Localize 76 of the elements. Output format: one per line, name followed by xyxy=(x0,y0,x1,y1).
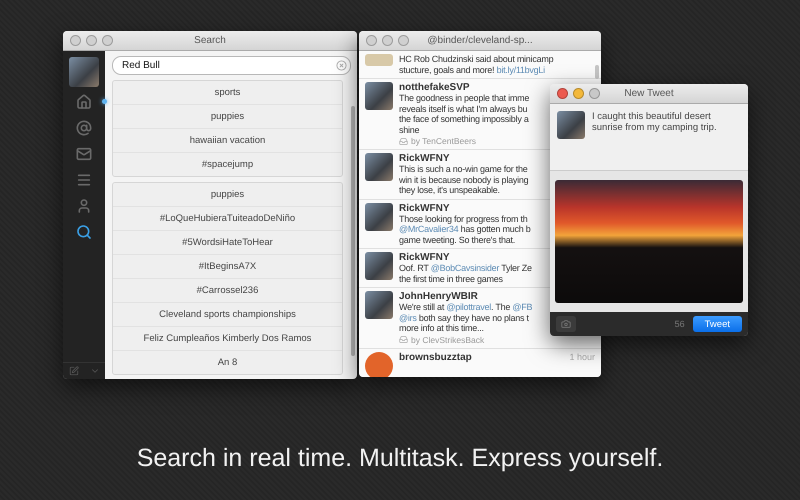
minimize-button[interactable] xyxy=(382,35,393,46)
tweet-text: the face of something impossibly a xyxy=(399,114,529,124)
zoom-button[interactable] xyxy=(398,35,409,46)
search-suggestion[interactable]: Feliz Cumpleaños Kimberly Dos Ramos xyxy=(113,326,342,350)
zoom-button[interactable] xyxy=(102,35,113,46)
tweet-author[interactable]: RickWFNY xyxy=(399,252,450,263)
list-icon[interactable] xyxy=(76,172,92,188)
tweet-author[interactable]: RickWFNY xyxy=(399,153,450,164)
retweet-credit: by TenCentBeers xyxy=(411,136,476,146)
home-icon[interactable] xyxy=(76,94,92,110)
tweet-text: Oof. RT @BobCavsinsider Tyler Ze xyxy=(399,263,532,274)
tweet-author[interactable]: JohnHenryWBIR xyxy=(399,291,478,302)
clear-icon[interactable] xyxy=(336,60,347,71)
close-button[interactable] xyxy=(366,35,377,46)
window-title: Search xyxy=(193,35,227,46)
search-suggestion[interactable]: puppies xyxy=(113,104,342,128)
tweet-text: The goodness in people that imme xyxy=(399,93,530,104)
tweet-text: game tweeting. So there's that. xyxy=(399,234,516,245)
compose-icon[interactable] xyxy=(68,366,78,376)
tweet-time: 1 hour xyxy=(569,352,595,362)
search-field[interactable]: Red Bull xyxy=(112,56,351,75)
tray-icon xyxy=(399,335,408,344)
tweet-text: reveals itself is what I'm always bu xyxy=(399,104,528,114)
avatar-placeholder xyxy=(557,111,585,139)
window-title: @binder/cleveland-sp... xyxy=(426,35,534,46)
tweet-text: HC Rob Chudzinski said about minicamp xyxy=(399,54,554,64)
tweet-text: stucture, goals and more! bit.ly/11bvgLi xyxy=(399,64,545,75)
at-sign-icon[interactable] xyxy=(76,120,92,136)
tweet-text: the first time in three games xyxy=(399,274,503,284)
tweet-text: win it is because nobody is playing xyxy=(399,174,528,185)
mention-link[interactable]: @MrCavalier34 xyxy=(399,224,458,234)
mention-link[interactable]: @FB xyxy=(512,302,532,312)
avatar-placeholder[interactable] xyxy=(365,202,393,230)
window-title: New Tweet xyxy=(623,88,675,99)
tweet-author[interactable]: notthefakeSVP xyxy=(399,82,470,93)
search-suggestion[interactable]: sports xyxy=(113,81,342,104)
camera-button[interactable] xyxy=(556,316,576,332)
close-button[interactable] xyxy=(70,35,81,46)
tweet-text: more info at this time... xyxy=(399,323,484,334)
search-suggestion[interactable]: #Carrossel236 xyxy=(113,278,342,302)
search-suggestion[interactable]: #ItBeginsA7X xyxy=(113,254,342,278)
character-count: 56 xyxy=(674,319,685,329)
tweet-text: This is such a no-win game for the xyxy=(399,164,528,174)
envelope-icon[interactable] xyxy=(76,146,92,162)
search-suggestion[interactable]: puppies xyxy=(113,183,342,206)
camera-icon xyxy=(561,319,571,329)
tweet-text: We're still at @pilottravel. The @FB xyxy=(399,302,532,312)
search-suggestion[interactable]: hawaiian vacation xyxy=(113,128,342,152)
scrollbar[interactable] xyxy=(595,65,599,79)
search-suggestion[interactable]: #LoQueHubieraTuiteadoDeNiño xyxy=(113,206,342,230)
minimize-button[interactable] xyxy=(86,35,97,46)
mention-link[interactable]: @BobCavsinsider xyxy=(430,263,500,273)
retweet-credit: by ClevStrikesBack xyxy=(411,334,484,344)
tweet-text: shine xyxy=(399,124,420,135)
tweet-author[interactable]: brownsbuzztap xyxy=(399,352,472,362)
tweet-text: Those looking for progress from th xyxy=(399,214,528,224)
mention-link[interactable]: @irs xyxy=(399,312,417,322)
zoom-button[interactable] xyxy=(589,88,600,99)
search-suggestion[interactable]: Cleveland sports championships xyxy=(113,302,342,326)
tweet-text: @MrCavalier34 has gotten much b xyxy=(399,224,530,234)
mention-link[interactable]: bit.ly/11bvgLi xyxy=(496,64,545,74)
tray-icon xyxy=(399,136,408,146)
person-icon[interactable] xyxy=(76,198,92,214)
tweet-author[interactable]: RickWFNY xyxy=(399,202,450,214)
search-icon[interactable] xyxy=(76,224,92,240)
tweet-button[interactable]: Tweet xyxy=(692,316,742,332)
search-suggestion[interactable]: #5WordsiHateToHear xyxy=(113,230,342,254)
tweet-text: they lose, it's unspeakable. xyxy=(399,185,500,196)
tweet-text: @irs both say they have no plans t xyxy=(399,312,529,323)
search-suggestion[interactable]: #spacejump xyxy=(113,152,342,176)
tagline: Search in real time. Multitask. Express yourself. xyxy=(136,444,664,472)
close-button[interactable] xyxy=(557,88,568,99)
minimize-button[interactable] xyxy=(573,88,584,99)
scrollbar[interactable] xyxy=(351,106,355,356)
mention-link[interactable]: @pilottravel xyxy=(446,302,491,312)
search-suggestion[interactable]: An 8 xyxy=(113,350,342,374)
